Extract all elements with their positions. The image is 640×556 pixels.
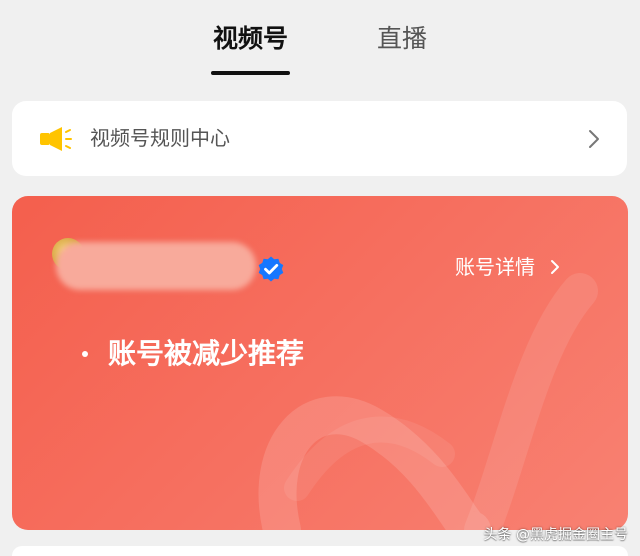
penalty-notice: 账号被减少推荐 xyxy=(82,335,304,373)
penalty-notice-text: 账号被减少推荐 xyxy=(108,337,305,370)
account-name-redacted xyxy=(56,242,256,290)
account-details-label: 账号详情 xyxy=(455,255,535,279)
tab-shipin[interactable]: 视频号 xyxy=(213,22,288,56)
active-tab-indicator xyxy=(211,71,290,75)
bullet-dot xyxy=(82,351,88,357)
account-details-link[interactable]: 账号详情 xyxy=(455,252,561,282)
rules-center-card[interactable]: 视频号规则中心 xyxy=(12,101,627,176)
watermark-text: 头条 @黑虎掘金圈主号 xyxy=(483,527,628,543)
top-tabs: 视频号 直播 xyxy=(0,0,640,82)
tab-live[interactable]: 直播 xyxy=(377,22,427,56)
megaphone-icon xyxy=(40,127,72,151)
next-card-peek xyxy=(12,546,628,556)
chevron-right-icon xyxy=(551,260,559,274)
rules-center-label: 视频号规则中心 xyxy=(90,126,230,150)
chevron-right-icon xyxy=(589,130,599,148)
account-status-card: 账号详情 账号被减少推荐 xyxy=(12,196,628,530)
verified-badge-icon xyxy=(258,256,284,282)
